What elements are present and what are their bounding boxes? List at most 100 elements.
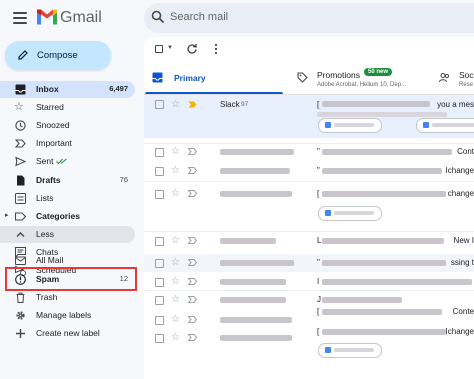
important-marker-icon[interactable] xyxy=(188,237,197,244)
tab-social-sub: Rese xyxy=(459,82,474,88)
select-all-checkbox[interactable] xyxy=(155,45,163,53)
tab-promotions[interactable]: Promotions Adobe Acrobat, Helium 10, Dep… xyxy=(290,66,430,94)
star-icon[interactable]: ☆ xyxy=(171,295,180,305)
important-marker-icon[interactable] xyxy=(188,334,197,341)
email-row[interactable] xyxy=(144,182,474,224)
email-subject-suffix: Ichange xyxy=(445,327,474,336)
select-dropdown-icon[interactable]: ▼ xyxy=(167,45,173,51)
attachment-chip[interactable] xyxy=(416,118,474,133)
redacted-sender xyxy=(220,168,290,174)
sidebar-item-starred[interactable]: ☆ Starred xyxy=(0,99,135,116)
email-subject: " xyxy=(317,258,320,267)
important-marker-icon[interactable] xyxy=(188,296,197,303)
important-marker-icon[interactable] xyxy=(188,167,197,174)
redacted-subject xyxy=(322,101,430,107)
sidebar-item-label: Snoozed xyxy=(36,120,70,130)
tab-social-label: Soc xyxy=(459,70,474,80)
sidebar-item-categories[interactable]: ▸ Categories xyxy=(0,208,135,225)
tab-promotions-label: Promotions xyxy=(317,70,360,80)
redacted-sender xyxy=(220,238,276,244)
row-checkbox[interactable] xyxy=(155,296,164,305)
sidebar-item-lists[interactable]: Lists xyxy=(0,190,135,207)
expand-arrow-icon[interactable]: ▸ xyxy=(5,211,9,219)
row-divider xyxy=(144,231,474,232)
attachment-chip[interactable] xyxy=(318,343,382,358)
double-check-icon xyxy=(56,158,67,165)
search-input[interactable] xyxy=(170,8,430,26)
tab-primary[interactable]: Primary xyxy=(144,66,284,94)
sidebar-item-manage-labels[interactable]: Manage labels xyxy=(0,307,135,324)
row-checkbox[interactable] xyxy=(155,316,164,325)
star-icon[interactable]: ☆ xyxy=(171,236,180,246)
row-divider xyxy=(144,143,474,144)
row-checkbox[interactable] xyxy=(155,278,164,287)
row-checkbox[interactable] xyxy=(155,167,164,176)
email-subject-suffix: you a mes xyxy=(437,100,474,109)
sidebar-item-drafts[interactable]: Drafts 76 xyxy=(0,172,135,189)
row-checkbox[interactable] xyxy=(155,259,164,268)
email-subject-suffix: change xyxy=(447,189,474,198)
important-marker-icon[interactable] xyxy=(188,316,197,323)
tab-social[interactable]: Soc Rese xyxy=(438,66,474,94)
email-sender: Slack xyxy=(220,100,240,109)
important-marker-icon[interactable] xyxy=(188,259,197,266)
star-icon[interactable]: ☆ xyxy=(171,189,180,199)
star-icon: ☆ xyxy=(14,101,24,113)
redacted-subject xyxy=(322,329,446,335)
email-subject-suffix: Cont xyxy=(457,147,474,156)
mail-icon xyxy=(15,256,26,265)
row-checkbox[interactable] xyxy=(155,190,164,199)
inbox-icon xyxy=(15,84,26,95)
sidebar-item-inbox[interactable]: Inbox 6,497 xyxy=(0,81,135,98)
star-icon[interactable]: ☆ xyxy=(171,166,180,176)
star-icon[interactable]: ☆ xyxy=(171,277,180,287)
star-icon[interactable]: ☆ xyxy=(171,333,180,343)
email-subject: [ xyxy=(317,100,320,109)
row-checkbox[interactable] xyxy=(155,148,164,157)
inbox-count: 6,497 xyxy=(109,84,128,93)
chevron-up-icon xyxy=(16,232,25,237)
redacted-sender xyxy=(220,191,292,197)
important-marker-icon[interactable] xyxy=(188,148,197,155)
compose-label: Compose xyxy=(37,50,78,61)
redacted-subject xyxy=(322,260,446,266)
sidebar-item-important[interactable]: Important xyxy=(0,135,135,152)
star-icon[interactable]: ☆ xyxy=(171,100,180,110)
star-icon[interactable]: ☆ xyxy=(171,147,180,157)
email-subject: J xyxy=(317,295,321,304)
row-checkbox[interactable] xyxy=(155,334,164,343)
sidebar-item-label: Important xyxy=(36,138,72,148)
sidebar-item-trash[interactable]: Trash xyxy=(0,289,135,306)
drafts-count: 76 xyxy=(119,175,128,184)
sidebar-item-create-new-label[interactable]: Create new label xyxy=(0,325,135,342)
email-subject: [ xyxy=(317,307,320,316)
redacted-sender xyxy=(220,149,294,155)
attachment-chip[interactable] xyxy=(318,118,382,133)
email-subject-suffix: New I xyxy=(453,236,474,245)
list-icon xyxy=(15,193,26,204)
important-marker-icon[interactable] xyxy=(188,190,197,197)
important-marker-icon[interactable] xyxy=(188,278,197,285)
more-options-icon[interactable] xyxy=(210,43,222,55)
redacted-subject xyxy=(322,191,446,197)
sidebar-item-label: Manage labels xyxy=(36,310,92,320)
sidebar-item-sent[interactable]: Sent xyxy=(0,153,135,170)
row-checkbox[interactable] xyxy=(155,100,164,109)
main-menu-icon[interactable] xyxy=(13,12,27,24)
star-icon[interactable]: ☆ xyxy=(171,315,180,325)
email-subject-suffix: ssing t xyxy=(450,258,474,267)
refresh-icon[interactable] xyxy=(186,43,198,55)
gmail-logo xyxy=(37,9,57,25)
row-checkbox[interactable] xyxy=(155,237,164,246)
tab-promotions-senders: Adobe Acrobat, Helium 10, Dep... xyxy=(317,82,407,88)
redacted-sender xyxy=(220,335,292,341)
draft-icon xyxy=(17,175,25,186)
sidebar-item-less[interactable]: Less xyxy=(0,226,135,243)
thread-count: 97 xyxy=(241,101,249,108)
search-icon[interactable] xyxy=(151,10,165,24)
attachment-chip[interactable] xyxy=(318,206,382,221)
important-marker-icon[interactable] xyxy=(188,101,197,108)
star-icon[interactable]: ☆ xyxy=(171,258,180,268)
sidebar-item-snoozed[interactable]: Snoozed xyxy=(0,117,135,134)
email-subject-suffix: Ichange xyxy=(445,166,474,175)
